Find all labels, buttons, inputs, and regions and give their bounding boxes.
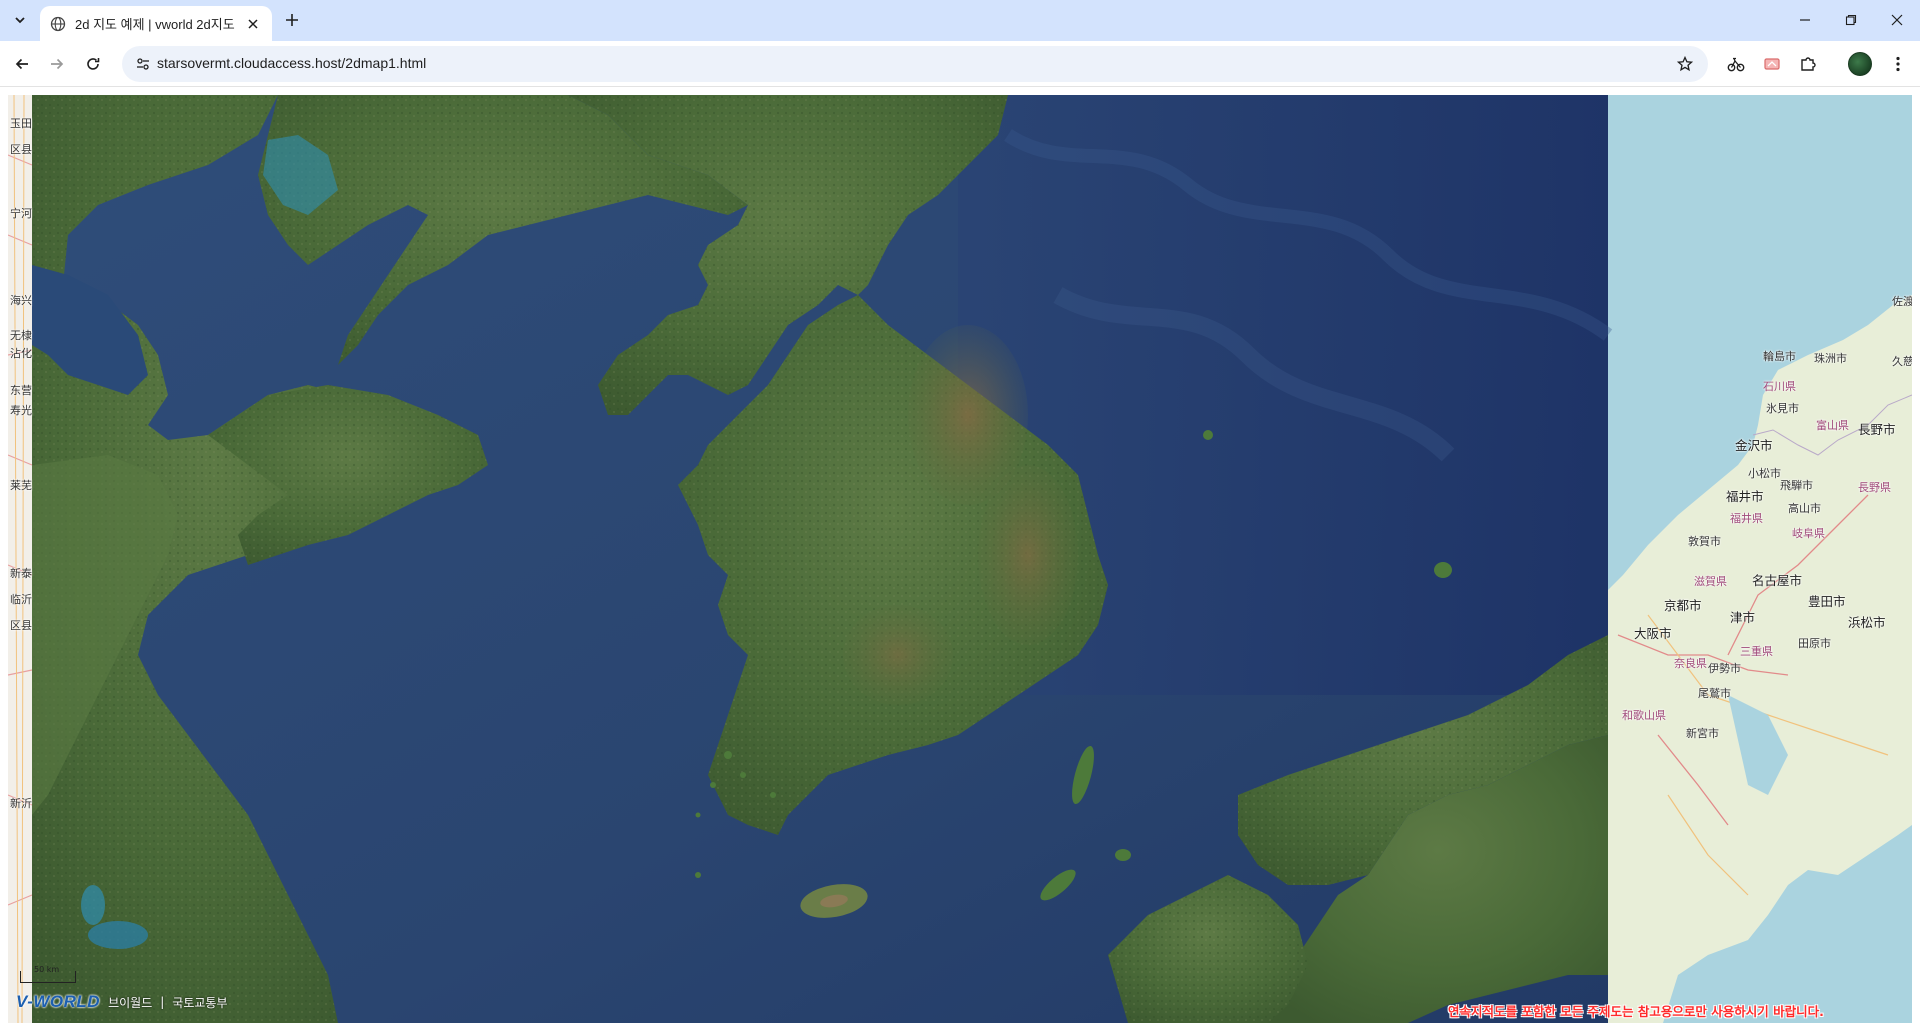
tab-search-button[interactable] — [8, 8, 32, 32]
site-info-button[interactable] — [130, 51, 156, 77]
map-label: 富山県 — [1816, 419, 1849, 432]
map-label: 高山市 — [1788, 502, 1821, 515]
cast-icon — [1764, 58, 1780, 70]
menu-button[interactable] — [1884, 50, 1912, 78]
more-vertical-icon — [1896, 56, 1900, 72]
map-label: 敦賀市 — [1688, 535, 1721, 548]
active-tab[interactable]: 2d 지도 예제 | vworld 2d지도 — [40, 6, 272, 41]
map-label: 福井県 — [1730, 512, 1763, 525]
back-button[interactable] — [8, 50, 36, 78]
extensions-menu-button[interactable] — [1794, 50, 1822, 78]
map-label: 小松市 — [1748, 467, 1781, 480]
map-label: 伊勢市 — [1708, 662, 1741, 675]
profile-avatar[interactable] — [1848, 52, 1872, 76]
map-label: 氷見市 — [1766, 402, 1799, 415]
minimize-icon — [1800, 19, 1810, 21]
map-label: 大阪市 — [1634, 626, 1672, 641]
map-label: 寿光 — [10, 404, 32, 417]
map-scale-label: 50 km — [34, 965, 60, 974]
browser-toolbar: starsovermt.cloudaccess.host/2dmap1.html — [0, 41, 1920, 87]
map-label: 飛騨市 — [1780, 479, 1813, 492]
address-bar[interactable]: starsovermt.cloudaccess.host/2dmap1.html — [122, 46, 1708, 82]
url-text[interactable]: starsovermt.cloudaccess.host/2dmap1.html — [157, 55, 426, 71]
vworld-logo-mark: V-WORLD — [16, 992, 101, 1011]
map-label: 金沢市 — [1735, 438, 1773, 453]
close-window-button[interactable] — [1882, 6, 1912, 34]
new-tab-button[interactable] — [280, 8, 304, 32]
forward-button[interactable] — [43, 50, 71, 78]
reload-icon — [87, 58, 100, 70]
map-disclaimer: 연속지적도를 포함한 모든 주제도는 참고용으로만 사용하시기 바랍니다. — [1448, 1004, 1824, 1019]
bicycle-icon — [1727, 57, 1745, 72]
map-container[interactable]: 玉田 区县 宁河 海兴 无棣 沾化 东营 寿光 莱芜 新泰 临沂 区县 新沂 輪… — [8, 95, 1912, 1023]
map-label: 新泰 — [10, 567, 32, 580]
map-label: 長野県 — [1858, 481, 1891, 494]
plus-icon — [286, 14, 298, 26]
map-label: 石川県 — [1763, 380, 1796, 393]
star-icon — [1677, 56, 1693, 72]
puzzle-icon — [1801, 57, 1816, 71]
extension-button[interactable] — [1722, 50, 1750, 78]
map-label: 珠洲市 — [1814, 352, 1847, 365]
tab-close-button[interactable] — [244, 15, 262, 33]
extension-button[interactable] — [1758, 50, 1786, 78]
map-label: 和歌山県 — [1622, 709, 1666, 722]
map-label: 尾鷲市 — [1698, 687, 1731, 700]
bookmark-button[interactable] — [1674, 53, 1696, 75]
map-label: 奈良県 — [1674, 657, 1707, 670]
logo-separator: | — [160, 995, 165, 1009]
chevron-down-icon — [15, 17, 25, 24]
restore-icon — [1845, 14, 1857, 26]
close-icon — [248, 18, 258, 29]
map-label: 新沂 — [10, 797, 32, 810]
map-label: 久慈 — [1892, 355, 1912, 368]
map-label: 宁河 — [10, 207, 32, 220]
tab-strip: 2d 지도 예제 | vworld 2d지도 — [0, 0, 1920, 41]
map-label: 長野市 — [1858, 422, 1896, 437]
map-label: 无棣 — [10, 329, 32, 342]
map-label: 岐阜県 — [1792, 527, 1825, 540]
map-label: 玉田 — [10, 117, 32, 130]
map-label: 临沂 — [10, 593, 32, 606]
map-label: 区县 — [10, 143, 32, 156]
globe-icon — [50, 16, 66, 31]
vworld-logo-text: 브이월드 — [108, 995, 153, 1010]
map-label: 福井市 — [1726, 489, 1764, 504]
map-label: 名古屋市 — [1752, 573, 1803, 588]
minimize-button[interactable] — [1790, 6, 1820, 34]
map-label: 东营 — [10, 384, 32, 397]
page-content: 玉田 区县 宁河 海兴 无棣 沾化 东营 寿光 莱芜 新泰 临沂 区县 新沂 輪… — [0, 88, 1920, 1032]
map-label: 豊田市 — [1808, 594, 1846, 609]
map-label: 滋賀県 — [1694, 575, 1727, 588]
arrow-right-icon — [51, 58, 64, 70]
map-label: 三重県 — [1740, 645, 1773, 658]
map-label: 浜松市 — [1848, 615, 1886, 630]
tab-title: 2d 지도 예제 | vworld 2d지도 — [75, 17, 235, 32]
reload-button[interactable] — [79, 50, 107, 78]
map-label: 新宮市 — [1686, 727, 1719, 740]
map-label: 京都市 — [1664, 598, 1702, 613]
ministry-logo-text: 국토교통부 — [172, 995, 228, 1010]
arrow-left-icon — [15, 58, 28, 70]
restore-button[interactable] — [1836, 6, 1866, 34]
map-label: 津市 — [1730, 610, 1756, 625]
map-label: 輪島市 — [1763, 350, 1796, 363]
map-label: 区县 — [10, 619, 32, 632]
map-canvas[interactable] — [8, 95, 1912, 1023]
map-label: 沾化 — [10, 347, 32, 360]
vworld-logo[interactable]: V-WORLD 브이월드 | 국토교통부 — [16, 992, 228, 1012]
map-label: 海兴 — [10, 294, 32, 307]
map-label: 佐渡 — [1892, 295, 1912, 308]
map-label: 莱芜 — [10, 479, 32, 492]
close-icon — [1891, 14, 1903, 26]
tune-icon — [137, 58, 149, 70]
map-label: 田原市 — [1798, 637, 1831, 650]
